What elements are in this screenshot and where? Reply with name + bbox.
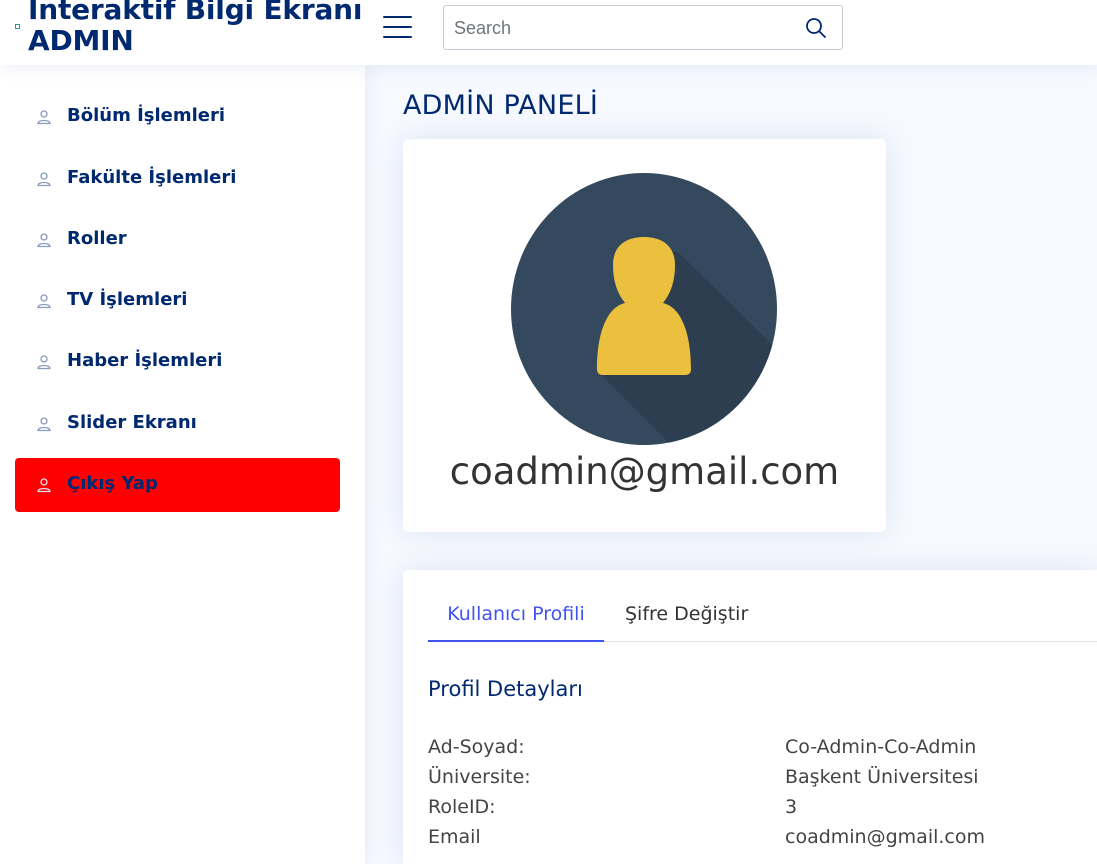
detail-value-email: coadmin@gmail.com (785, 826, 985, 848)
logout-button[interactable]: Çıkış Yap (15, 458, 340, 512)
person-icon (37, 355, 51, 370)
profile-tabs-card: Kullanıcı Profili Şifre Değiştir Profil … (403, 570, 1097, 864)
hamburger-icon[interactable] (383, 14, 412, 40)
sidebar-item-fakulte-islemleri[interactable]: Fakülte İşlemleri (15, 152, 340, 206)
detail-label-roleid: RoleID: (428, 796, 496, 818)
sidebar-item-label: Roller (67, 228, 127, 249)
profile-card: coadmin@gmail.com (403, 139, 886, 532)
search-bar (443, 5, 843, 50)
sidebar-item-bolum-islemleri[interactable]: Bölüm İşlemleri (15, 90, 340, 144)
person-icon (37, 172, 51, 187)
sidebar: Bölüm İşlemleri Fakülte İşlemleri Roller… (0, 65, 365, 864)
logout-label: Çıkış Yap (67, 473, 158, 494)
detail-value-roleid: 3 (785, 796, 798, 818)
person-icon (37, 233, 51, 248)
detail-value-name: Co-Admin-Co-Admin (785, 736, 977, 758)
sidebar-item-tv-islemleri[interactable]: TV İşlemleri (15, 274, 340, 328)
tab-user-profile[interactable]: Kullanıcı Profili (428, 602, 604, 642)
sidebar-item-label: Bölüm İşlemleri (67, 105, 226, 126)
detail-label-email: Email (428, 826, 481, 848)
brand-title-line1: İnteraktif Bilgi Ekranı (28, 0, 363, 26)
brand-title-line2: ADMIN (28, 24, 134, 57)
sidebar-item-label: Fakülte İşlemleri (67, 167, 237, 188)
sidebar-item-slider-ekrani[interactable]: Slider Ekranı (15, 397, 340, 451)
detail-label-name: Ad-Soyad: (428, 736, 525, 758)
person-icon (37, 417, 51, 432)
sidebar-item-roller[interactable]: Roller (15, 213, 340, 267)
top-header: İnteraktif Bilgi Ekranı ADMIN (0, 0, 1097, 65)
person-icon (37, 294, 51, 309)
person-icon (37, 110, 51, 125)
user-avatar-icon (511, 173, 777, 445)
detail-label-university: Üniversite: (428, 766, 531, 788)
person-icon (37, 478, 51, 493)
sidebar-item-haber-islemleri[interactable]: Haber İşlemleri (15, 335, 340, 389)
logo-icon (15, 24, 20, 29)
profile-details-title: Profil Detayları (428, 677, 583, 701)
brand-title[interactable]: İnteraktif Bilgi Ekranı ADMIN (28, 0, 362, 56)
detail-value-university: Başkent Üniversitesi (785, 766, 979, 788)
sidebar-item-label: Haber İşlemleri (67, 350, 223, 371)
search-icon[interactable] (804, 16, 828, 40)
sidebar-item-label: TV İşlemleri (67, 289, 188, 310)
page-title: ADMİN PANELİ (403, 90, 598, 121)
search-input[interactable] (454, 14, 794, 42)
sidebar-item-label: Slider Ekranı (67, 412, 197, 433)
profile-email: coadmin@gmail.com (449, 450, 840, 493)
tab-change-password[interactable]: Şifre Değiştir (625, 602, 748, 642)
